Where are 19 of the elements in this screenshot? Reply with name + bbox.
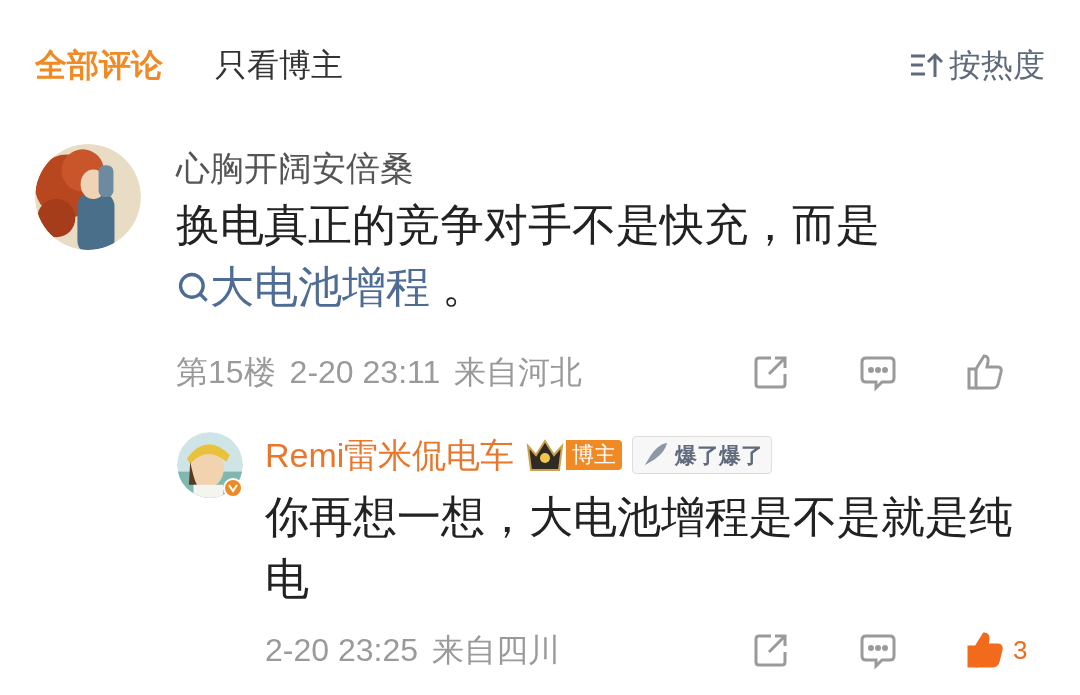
reply-text: 你再想一想，大电池增程是不是就是纯电 bbox=[265, 491, 1014, 605]
comment-meta: 来自河北 bbox=[454, 353, 583, 392]
sort-button[interactable]: 按热度 bbox=[909, 41, 1045, 89]
comment-meta: 第15楼 bbox=[176, 353, 276, 392]
comment-text: 换电真正的竞争对手不是快充，而是 大电池增程 。 bbox=[176, 199, 881, 313]
comment-meta: 2-20 23:11 bbox=[289, 353, 441, 392]
thumbs-up-icon[interactable] bbox=[965, 630, 1005, 670]
username[interactable]: 心胸开阔安倍桑 bbox=[176, 148, 1045, 188]
sort-icon bbox=[909, 51, 943, 79]
tab[interactable]: 只看博主 bbox=[215, 41, 343, 89]
comment-meta: 2-20 23:25 bbox=[265, 631, 418, 670]
tag-badge: 爆了爆了 bbox=[632, 436, 773, 474]
username[interactable]: Remi雷米侃电车 bbox=[265, 432, 515, 478]
search-icon bbox=[176, 270, 210, 304]
thumbs-up-icon[interactable] bbox=[965, 352, 1005, 392]
author-badge: 博主 bbox=[566, 440, 623, 470]
comment-meta: 来自四川 bbox=[432, 631, 560, 670]
topic-link[interactable]: 大电池增程 bbox=[176, 262, 430, 311]
like-count: 3 bbox=[1013, 633, 1028, 667]
